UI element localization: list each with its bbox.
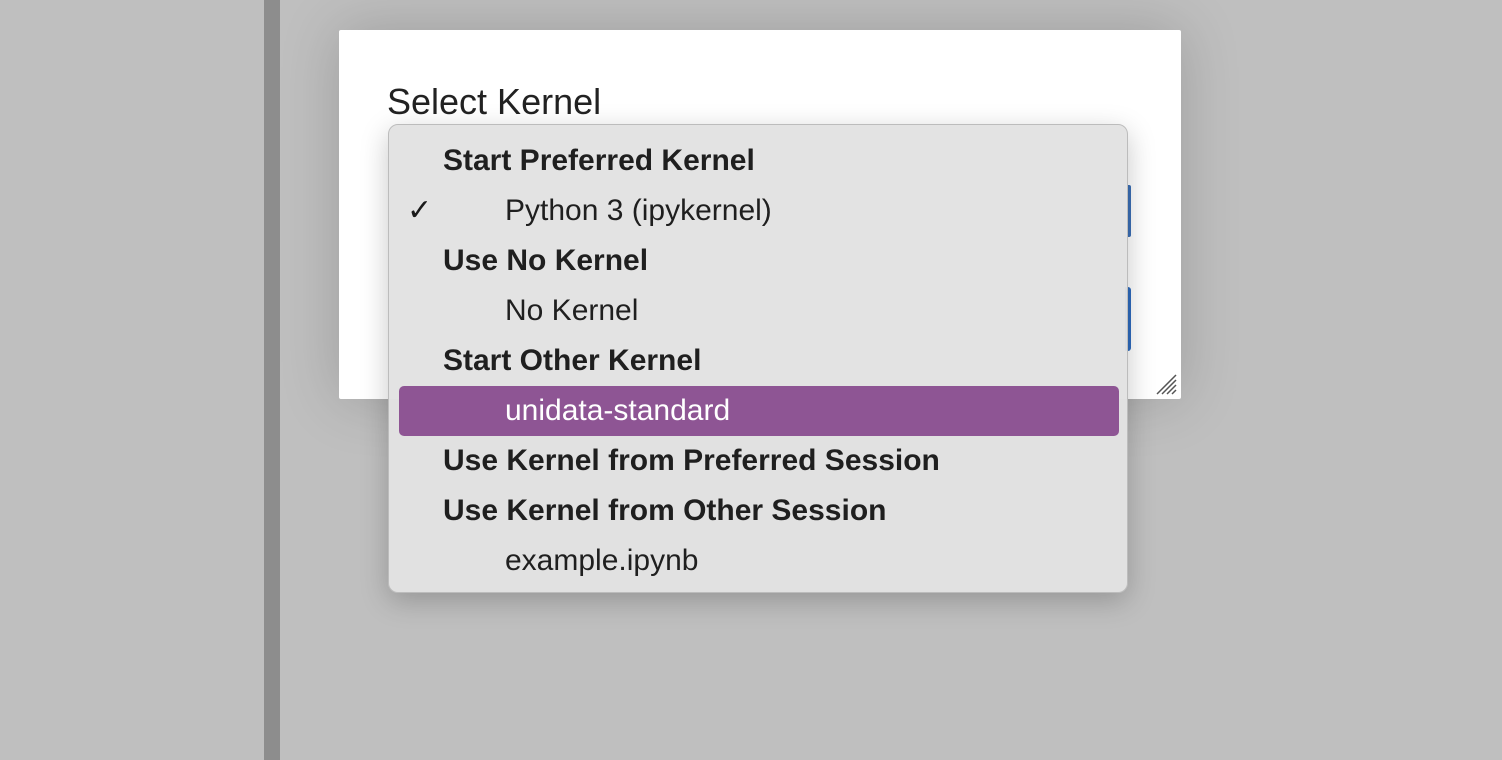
menu-option-no-kernel[interactable]: No Kernel xyxy=(399,286,1119,336)
option-label: No Kernel xyxy=(505,294,639,327)
menu-group-header: Start Other Kernel xyxy=(399,336,1119,386)
checkmark-icon: ✓ xyxy=(407,194,433,227)
sidebar-divider xyxy=(264,0,280,760)
resize-grip-icon[interactable] xyxy=(1155,373,1177,395)
menu-group-header: Use No Kernel xyxy=(399,236,1119,286)
option-label: Python 3 (ipykernel) xyxy=(505,194,772,227)
dialog-title: Select Kernel xyxy=(387,81,602,122)
menu-group-header: Start Preferred Kernel xyxy=(399,136,1119,186)
option-label: example.ipynb xyxy=(505,544,699,577)
menu-option-python3[interactable]: ✓ Python 3 (ipykernel) xyxy=(399,186,1119,236)
group-header-label: Use Kernel from Other Session xyxy=(443,494,887,527)
kernel-dropdown-menu: Start Preferred Kernel ✓ Python 3 (ipyke… xyxy=(388,124,1128,593)
menu-option-unidata-standard[interactable]: unidata-standard xyxy=(399,386,1119,436)
group-header-label: Use Kernel from Preferred Session xyxy=(443,444,940,477)
group-header-label: Start Other Kernel xyxy=(443,344,702,377)
menu-group-header: Use Kernel from Preferred Session xyxy=(399,436,1119,486)
kernel-select-field[interactable] xyxy=(1128,185,1131,237)
menu-option-example-ipynb[interactable]: example.ipynb xyxy=(399,536,1119,586)
option-label: unidata-standard xyxy=(505,394,731,427)
menu-group-header: Use Kernel from Other Session xyxy=(399,486,1119,536)
group-header-label: Start Preferred Kernel xyxy=(443,144,755,177)
group-header-label: Use No Kernel xyxy=(443,244,649,277)
